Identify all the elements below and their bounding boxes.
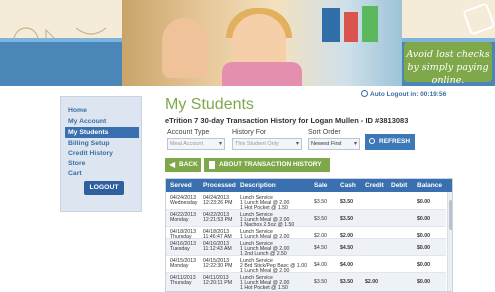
about-transaction-history-button[interactable]: ABOUT TRANSACTION HISTORY xyxy=(204,158,330,172)
account-type-select[interactable]: Meal Account ▾ xyxy=(167,138,225,150)
cell-processed: 12:23:26 PM xyxy=(203,200,233,206)
cell-balance: $0.00 xyxy=(417,216,430,222)
table-row: 04/11/2013 Thursday 04/11/2013 12:20:11 PM L… xyxy=(166,273,446,291)
cell-cash: $3.50 xyxy=(340,199,353,205)
table-row: 04/15/2013 Monday 04/15/2013 12:22:30 PM Lun… xyxy=(166,256,446,274)
table-row: 04/24/2013 Wednesday 04/24/2013 12:23:26 PM… xyxy=(166,193,446,211)
tagline-box: Avoid lost checks by simply paying onlin… xyxy=(404,42,492,86)
history-for-value: This Student Only xyxy=(235,141,279,147)
tagline-text: Avoid lost checks by simply paying onlin… xyxy=(406,49,490,86)
column-header-debit[interactable]: Debit xyxy=(391,179,407,192)
cell-processed: 12:21:53 PM xyxy=(203,217,233,223)
header-banner: Avoid lost checks by simply paying onlin… xyxy=(0,0,495,86)
chevron-down-icon: ▾ xyxy=(353,141,357,147)
cell-sale: $3.50 xyxy=(314,216,327,222)
account-type-value: Meal Account xyxy=(170,141,204,147)
column-header-cash[interactable]: Cash xyxy=(340,179,356,192)
document-icon xyxy=(209,161,215,169)
page-title: My Students xyxy=(165,96,254,113)
cell-balance: $0.00 xyxy=(417,262,430,268)
transaction-table: Served Processed Description Sale Cash C… xyxy=(165,178,453,292)
cell-served: Monday xyxy=(170,263,189,269)
cell-balance: $0.00 xyxy=(417,199,430,205)
search-icon xyxy=(369,138,375,144)
logout-button[interactable]: LOGOUT xyxy=(84,181,124,195)
refresh-label: REFRESH xyxy=(379,138,411,145)
table-row: 04/16/2013 Tuesday 04/16/2013 11:12:43 AM Lu… xyxy=(166,239,446,257)
cell-sale: $4.00 xyxy=(314,262,327,268)
arrow-left-icon: ◀ xyxy=(169,160,176,169)
pencil-icon xyxy=(462,2,495,36)
sort-order-select[interactable]: Newest First ▾ xyxy=(308,138,360,150)
history-for-select[interactable]: This Student Only ▾ xyxy=(232,138,302,150)
sort-order-label: Sort Order xyxy=(308,129,341,136)
about-label: ABOUT TRANSACTION HISTORY xyxy=(219,161,322,168)
cell-processed: 12:20:11 PM xyxy=(203,280,233,286)
cell-served: Wednesday xyxy=(170,200,198,206)
sidebar-nav: Home My Account My Students Billing Setu… xyxy=(60,96,142,212)
auto-logout-timer: Auto Logout in: 00:19:56 xyxy=(370,91,447,98)
clock-icon xyxy=(361,90,368,97)
column-header-balance[interactable]: Balance xyxy=(417,179,442,192)
back-button[interactable]: ◀ BACK xyxy=(165,158,201,172)
cell-sale: $3.50 xyxy=(314,279,327,285)
cell-served: Thursday xyxy=(170,280,192,286)
table-scrollbar[interactable] xyxy=(447,192,452,291)
column-header-sale[interactable]: Sale xyxy=(314,179,327,192)
cell-served: Monday xyxy=(170,217,189,223)
column-header-processed[interactable]: Processed xyxy=(203,179,236,192)
sidebar-item-home[interactable]: Home xyxy=(65,105,139,116)
cell-cash: $3.50 xyxy=(340,216,353,222)
page-subtitle: eTrition 7 30-day Transaction History fo… xyxy=(165,116,409,125)
column-header-served[interactable]: Served xyxy=(170,179,192,192)
cell-cash: $3.50 xyxy=(340,279,353,285)
cell-served: Tuesday xyxy=(170,246,190,252)
cell-balance: $0.00 xyxy=(417,245,430,251)
sidebar-item-my-students[interactable]: My Students xyxy=(65,127,139,138)
history-for-label: History For xyxy=(232,129,267,136)
column-header-credit[interactable]: Credit xyxy=(365,179,384,192)
cell-credit: $2.00 xyxy=(365,279,378,285)
cell-cash: $4.50 xyxy=(340,245,353,251)
sort-order-value: Newest First xyxy=(311,141,342,147)
sidebar-item-cart[interactable]: Cart xyxy=(65,168,139,179)
sidebar-item-my-account[interactable]: My Account xyxy=(65,116,139,127)
cell-processed: 11:12:43 AM xyxy=(203,246,232,252)
cell-sale: $4.50 xyxy=(314,245,327,251)
chevron-down-icon: ▾ xyxy=(218,141,222,147)
scrollbar-thumb[interactable] xyxy=(449,200,452,230)
refresh-button[interactable]: REFRESH xyxy=(365,134,415,150)
chevron-down-icon: ▾ xyxy=(295,141,299,147)
cell-balance: $0.00 xyxy=(417,279,430,285)
table-row: 04/22/2013 Monday 04/22/2013 12:21:53 PM Lun… xyxy=(166,210,446,228)
table-header: Served Processed Description Sale Cash C… xyxy=(166,179,452,192)
cell-description: 1 Hot Pocket @ 1.50 xyxy=(240,285,288,291)
account-type-label: Account Type xyxy=(167,129,210,136)
cell-processed: 12:22:30 PM xyxy=(203,263,233,269)
cell-sale: $3.50 xyxy=(314,199,327,205)
students-photo xyxy=(122,0,402,86)
cell-cash: $4.00 xyxy=(340,262,353,268)
table-row: 04/18/2013 Thursday 04/18/2013 11:46:47 AM L… xyxy=(166,227,446,240)
column-header-description[interactable]: Description xyxy=(240,179,276,192)
back-label: BACK xyxy=(179,161,198,168)
